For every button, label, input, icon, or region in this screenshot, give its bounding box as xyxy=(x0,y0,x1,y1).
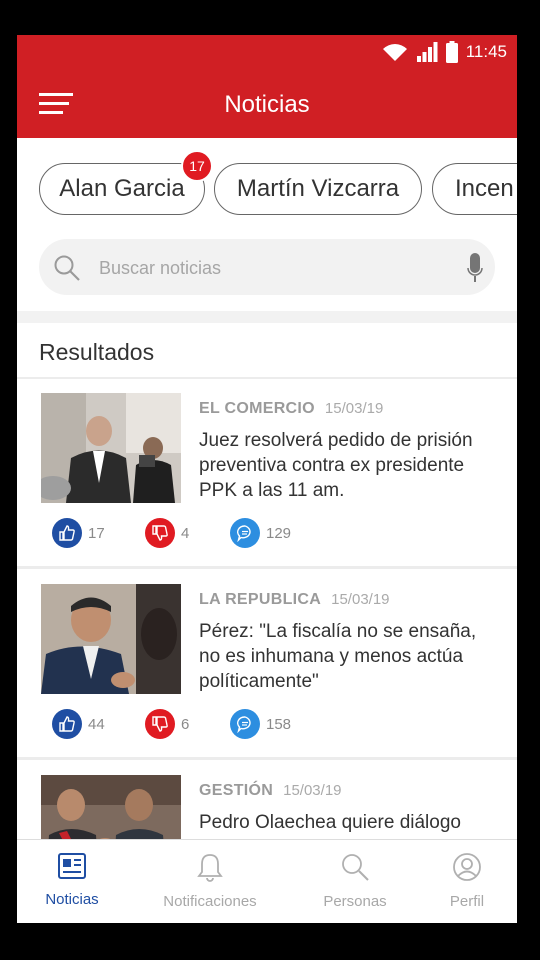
wifi-icon xyxy=(382,44,407,61)
search-icon xyxy=(54,255,80,281)
article-source: GESTIÓN 15/03/19 xyxy=(199,782,342,800)
like-count: 17 xyxy=(88,524,105,542)
nav-label: Notificaciones xyxy=(163,893,257,910)
comment-button[interactable]: 129 xyxy=(230,518,291,548)
article-source: LA REPUBLICA 15/03/19 xyxy=(199,591,390,609)
article-item[interactable]: LA REPUBLICA 15/03/19 Pérez: "La fiscalía… xyxy=(17,569,517,757)
comment-button[interactable]: 158 xyxy=(230,709,291,739)
like-button[interactable]: 17 xyxy=(52,518,105,548)
search-input[interactable] xyxy=(97,251,431,285)
dislike-count: 6 xyxy=(181,715,190,733)
article-item[interactable]: EL COMERCIO 15/03/19 Juez resolverá pedid… xyxy=(17,378,517,566)
thumbs-down-icon xyxy=(145,518,175,548)
nav-personas[interactable]: Personas xyxy=(300,852,410,910)
article-headline[interactable]: Pedro Olaechea quiere diálogo xyxy=(199,810,499,835)
article-date: 15/03/19 xyxy=(331,591,390,608)
reaction-bar: 17 4 129 xyxy=(52,518,352,554)
nav-notificaciones[interactable]: Notificaciones xyxy=(155,852,265,910)
microphone-icon[interactable] xyxy=(467,253,483,283)
nav-noticias[interactable]: Noticias xyxy=(17,852,127,908)
comment-count: 158 xyxy=(266,715,292,733)
chip-label: Martín Vizcarra xyxy=(236,175,400,202)
nav-label: Perfil xyxy=(449,893,485,910)
section-separator xyxy=(17,311,517,323)
article-date: 15/03/19 xyxy=(283,782,342,799)
nav-perfil[interactable]: Perfil xyxy=(412,852,517,910)
thumbs-up-icon xyxy=(52,709,82,739)
chip-count-badge: 17 xyxy=(181,150,213,182)
thumbs-up-icon xyxy=(52,518,82,548)
article-date: 15/03/19 xyxy=(324,400,384,417)
chip-alan-garcia[interactable]: Alan Garcia xyxy=(39,163,205,215)
signal-icon xyxy=(416,42,438,62)
source-name: EL COMERCIO xyxy=(199,400,315,417)
results-heading: Resultados xyxy=(39,339,155,365)
nav-label: Noticias xyxy=(45,891,99,908)
article-thumbnail xyxy=(41,393,181,503)
bottom-navigation: Noticias Notificaciones Personas Perfil xyxy=(17,839,517,923)
status-bar: 11:45 xyxy=(17,35,517,71)
newspaper-icon xyxy=(58,853,86,879)
person-icon xyxy=(453,853,481,881)
app-bar: Noticias xyxy=(17,71,517,138)
page-title: Noticias xyxy=(224,91,310,118)
chip-martin-vizcarra[interactable]: Martín Vizcarra xyxy=(214,163,422,215)
chip-incen[interactable]: Incen xyxy=(432,163,517,215)
search-icon xyxy=(342,854,369,881)
source-name: LA REPUBLICA xyxy=(199,591,322,608)
source-name: GESTIÓN xyxy=(199,782,274,799)
article-thumbnail xyxy=(41,584,181,694)
like-button[interactable]: 44 xyxy=(52,709,105,739)
dislike-button[interactable]: 6 xyxy=(145,709,189,739)
dislike-count: 4 xyxy=(181,524,190,542)
chip-label: Alan Garcia xyxy=(59,175,185,202)
search-bar xyxy=(39,239,495,295)
reaction-bar: 44 6 158 xyxy=(52,709,352,745)
comment-icon xyxy=(230,709,260,739)
status-time: 11:45 xyxy=(465,42,507,61)
battery-icon xyxy=(445,41,458,63)
phone-screen: 11:45 Noticias Alan Garcia 17 Martín Viz… xyxy=(17,35,517,923)
article-headline[interactable]: Pérez: "La fiscalía no se ensaña, no es … xyxy=(199,619,499,694)
like-count: 44 xyxy=(88,715,105,733)
nav-label: Personas xyxy=(323,893,387,910)
chip-label: Incen xyxy=(455,175,514,202)
dislike-button[interactable]: 4 xyxy=(145,518,189,548)
article-source: EL COMERCIO 15/03/19 xyxy=(199,400,383,418)
comment-icon xyxy=(230,518,260,548)
thumbs-down-icon xyxy=(145,709,175,739)
topic-chips: Alan Garcia 17 Martín Vizcarra Incen xyxy=(17,138,517,233)
bell-icon xyxy=(197,854,223,882)
article-headline[interactable]: Juez resolverá pedido de prisión prevent… xyxy=(199,428,499,503)
comment-count: 129 xyxy=(266,524,292,542)
